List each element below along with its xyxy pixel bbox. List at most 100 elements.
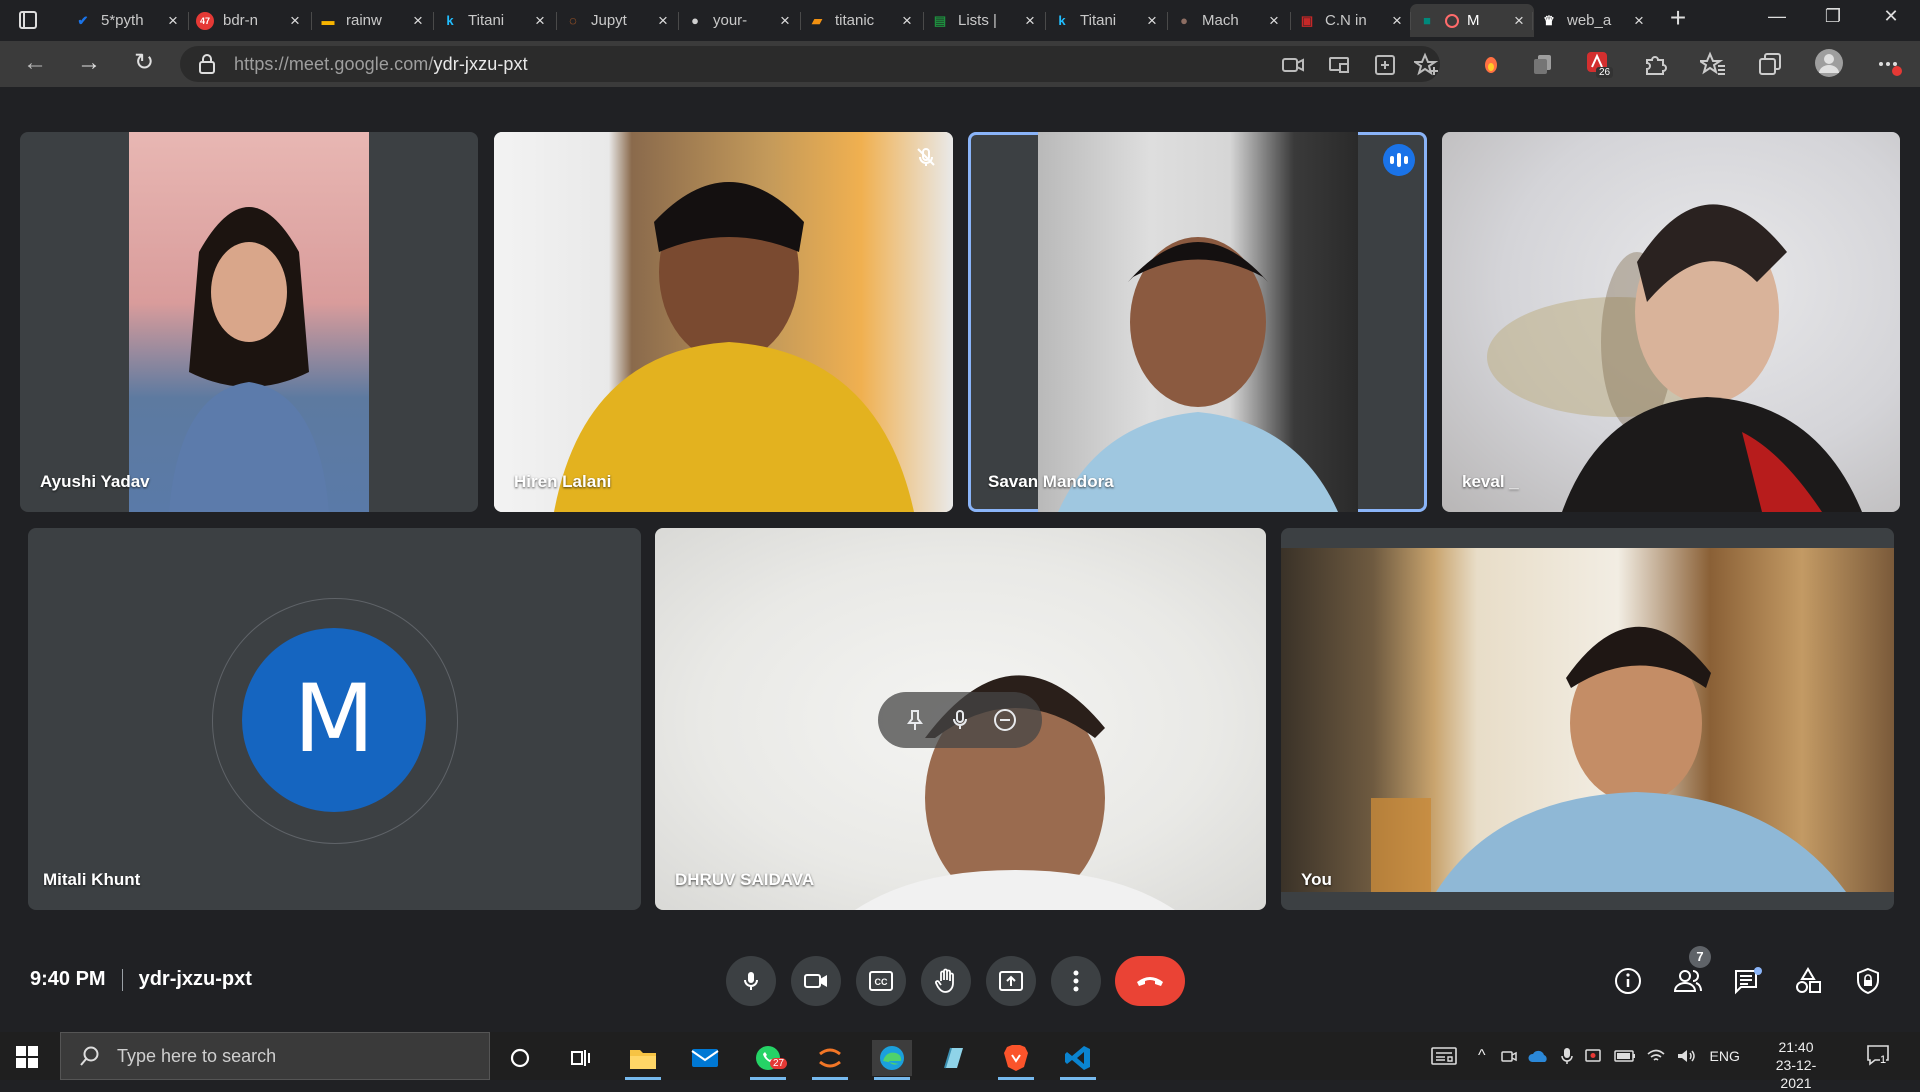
browser-tab[interactable]: ✔ 5*pyth × bbox=[66, 4, 188, 37]
tab-close-icon[interactable]: × bbox=[658, 11, 670, 31]
taskbar-clock[interactable]: 21:40 23-12-2021 bbox=[1762, 1038, 1830, 1092]
browser-tab[interactable]: ▰ titanic × bbox=[800, 4, 922, 37]
show-hidden-icons-icon[interactable]: ^ bbox=[1478, 1047, 1486, 1065]
news-widget-icon[interactable] bbox=[1430, 1046, 1458, 1066]
settings-more-icon[interactable] bbox=[1876, 51, 1902, 77]
people-button[interactable]: 7 bbox=[1671, 946, 1711, 998]
browser-tab[interactable]: ▣ C.N in × bbox=[1290, 4, 1412, 37]
extension-copy-icon[interactable] bbox=[1530, 51, 1556, 77]
app-available-icon[interactable] bbox=[1372, 52, 1398, 78]
taskbar-file-explorer[interactable] bbox=[623, 1040, 663, 1080]
participant-tile[interactable]: M Mitali Khunt bbox=[28, 528, 641, 910]
taskbar-mail[interactable] bbox=[685, 1040, 725, 1076]
collections-icon[interactable] bbox=[1757, 51, 1783, 77]
chat-button[interactable] bbox=[1731, 964, 1765, 998]
tile-hover-controls bbox=[878, 692, 1042, 748]
raise-hand-button[interactable] bbox=[921, 956, 971, 1006]
taskbar-search-box[interactable]: Type here to search bbox=[60, 1032, 490, 1080]
participant-tile[interactable]: Ayushi Yadav bbox=[20, 132, 478, 512]
tab-close-icon[interactable]: × bbox=[1269, 11, 1281, 31]
taskbar-app-blue[interactable] bbox=[934, 1040, 974, 1076]
participant-tile[interactable]: Savan Mandora bbox=[968, 132, 1427, 512]
add-favorite-icon[interactable] bbox=[1414, 52, 1440, 78]
pin-icon[interactable] bbox=[903, 708, 927, 732]
browser-tab[interactable]: ● Mach × bbox=[1167, 4, 1289, 37]
tab-close-icon[interactable]: × bbox=[1147, 11, 1159, 31]
taskbar-brave[interactable] bbox=[996, 1040, 1036, 1080]
browser-tab[interactable]: 47 bdr-n × bbox=[188, 4, 310, 37]
browser-tab[interactable]: ♛ web_a × bbox=[1532, 4, 1654, 37]
battery-icon[interactable] bbox=[1613, 1049, 1636, 1063]
tab-close-icon[interactable]: × bbox=[1025, 11, 1037, 31]
browser-tab[interactable]: ■ M × bbox=[1410, 4, 1534, 37]
extensions-puzzle-icon[interactable] bbox=[1642, 51, 1668, 77]
more-options-button[interactable] bbox=[1051, 956, 1101, 1006]
acrobat-extension[interactable]: 26 bbox=[1584, 49, 1614, 79]
participant-name: DHRUV SAIDAVA bbox=[675, 870, 815, 889]
search-icon bbox=[80, 1046, 99, 1066]
favorites-icon[interactable] bbox=[1700, 51, 1726, 77]
taskbar-jupyter[interactable] bbox=[810, 1040, 850, 1080]
new-tab-button[interactable]: + bbox=[1664, 4, 1692, 33]
browser-tab[interactable]: ◌ Jupyt × bbox=[556, 4, 678, 37]
onedrive-cloud-icon[interactable] bbox=[1527, 1047, 1550, 1065]
browser-tab[interactable]: ● your- × bbox=[678, 4, 800, 37]
tab-close-icon[interactable]: × bbox=[902, 11, 914, 31]
wifi-icon[interactable] bbox=[1646, 1047, 1666, 1065]
restore-button[interactable]: ❐ bbox=[1818, 6, 1848, 34]
input-language[interactable]: ENG bbox=[1710, 1048, 1740, 1064]
browser-tab[interactable]: k Titani × bbox=[433, 4, 555, 37]
mic-icon[interactable] bbox=[948, 708, 972, 732]
participant-tile[interactable]: You bbox=[1281, 528, 1894, 910]
tab-title: Titani bbox=[468, 12, 505, 29]
camera-permission-icon[interactable] bbox=[1280, 52, 1306, 78]
present-screen-button[interactable] bbox=[986, 956, 1036, 1006]
close-window-button[interactable]: ✕ bbox=[1876, 6, 1906, 34]
tab-close-icon[interactable]: × bbox=[290, 11, 302, 31]
host-controls-button[interactable] bbox=[1851, 964, 1885, 998]
profile-avatar-icon[interactable] bbox=[1814, 48, 1844, 78]
tab-close-icon[interactable]: × bbox=[1392, 11, 1404, 31]
notification-center-button[interactable]: 1 bbox=[1866, 1044, 1896, 1070]
windows-start-icon[interactable] bbox=[16, 1046, 38, 1068]
taskbar-vscode[interactable] bbox=[1058, 1040, 1098, 1080]
back-button[interactable]: ← bbox=[20, 49, 50, 79]
camera-button[interactable] bbox=[791, 956, 841, 1006]
activities-button[interactable] bbox=[1791, 964, 1825, 998]
tab-close-icon[interactable]: × bbox=[535, 11, 547, 31]
leave-call-button[interactable] bbox=[1115, 956, 1185, 1006]
webcam-tray-icon[interactable] bbox=[1584, 1047, 1604, 1065]
taskbar-whatsapp[interactable]: 27 bbox=[748, 1040, 788, 1080]
forward-button[interactable]: → bbox=[74, 49, 104, 79]
meet-now-icon[interactable] bbox=[1500, 1047, 1518, 1065]
tab-close-icon[interactable]: × bbox=[1514, 11, 1526, 31]
tab-close-icon[interactable]: × bbox=[413, 11, 425, 31]
tab-close-icon[interactable]: × bbox=[1634, 11, 1646, 31]
lock-icon[interactable] bbox=[198, 54, 216, 74]
meeting-details-button[interactable] bbox=[1611, 964, 1645, 998]
cortana-button[interactable] bbox=[500, 1040, 540, 1076]
taskbar-edge[interactable] bbox=[872, 1040, 912, 1080]
browser-tab[interactable]: ▬ rainw × bbox=[311, 4, 433, 37]
captions-button[interactable]: CC bbox=[856, 956, 906, 1006]
clock-time: 21:40 bbox=[1778, 1039, 1814, 1055]
volume-icon[interactable] bbox=[1676, 1047, 1696, 1065]
tab-actions-icon[interactable] bbox=[14, 8, 42, 32]
url-text[interactable]: https://meet.google.com/ydr-jxzu-pxt bbox=[234, 54, 528, 75]
microphone-tray-icon[interactable] bbox=[1560, 1047, 1574, 1065]
participant-tile[interactable]: keval _ bbox=[1442, 132, 1900, 512]
minimize-button[interactable]: — bbox=[1762, 6, 1792, 34]
participant-tile[interactable]: Hiren Lalani bbox=[494, 132, 953, 512]
refresh-button[interactable]: ↻ bbox=[129, 49, 159, 79]
hand-icon bbox=[935, 968, 954, 993]
task-view-button[interactable] bbox=[560, 1040, 600, 1076]
tab-close-icon[interactable]: × bbox=[168, 11, 180, 31]
tab-close-icon[interactable]: × bbox=[780, 11, 792, 31]
browser-tab[interactable]: ▤ Lists | × bbox=[923, 4, 1045, 37]
cast-icon[interactable] bbox=[1326, 52, 1352, 78]
remove-icon[interactable] bbox=[993, 708, 1017, 732]
extension-flame-icon[interactable] bbox=[1478, 51, 1504, 77]
address-bar[interactable]: https://meet.google.com/ydr-jxzu-pxt bbox=[180, 46, 1440, 82]
browser-tab[interactable]: k Titani × bbox=[1045, 4, 1167, 37]
microphone-button[interactable] bbox=[726, 956, 776, 1006]
